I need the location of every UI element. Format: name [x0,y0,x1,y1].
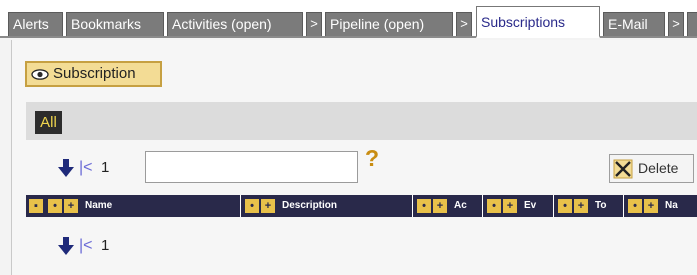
column-header-row: ▪ • + Name • + Description • + Ac • + Ev… [26,195,697,217]
tab-bookmarks[interactable]: Bookmarks [66,12,164,36]
tab-subscriptions[interactable]: Subscriptions [476,6,600,38]
help-icon[interactable]: ? [365,145,389,171]
arrow-down-icon[interactable] [56,236,76,256]
tab-activities[interactable]: Activities (open) [167,12,303,36]
search-input[interactable] [145,151,358,183]
select-all-toggle[interactable]: ▪ [29,199,43,213]
tab-email[interactable]: E-Mail [603,12,665,36]
new-subscription-button[interactable]: Subscription [25,61,162,87]
sort-desc-button[interactable]: + [574,199,588,213]
column-header-na[interactable]: Na [661,195,697,217]
column-header-description[interactable]: Description [278,195,413,217]
eye-icon [31,69,49,80]
tab-pipeline[interactable]: Pipeline (open) [325,12,453,36]
column-header-name[interactable]: Name [81,195,241,217]
sort-desc-button[interactable]: + [644,199,658,213]
delete-button[interactable]: Delete [609,154,694,183]
tab-scroll-arrow[interactable]: > [668,12,684,36]
tab-bar: Alerts Bookmarks Activities (open) > Pip… [0,0,697,38]
sort-asc-button[interactable]: • [48,199,62,213]
first-page-link[interactable]: |< [79,158,93,178]
sort-asc-button[interactable]: • [487,199,501,213]
tab-overflow[interactable] [687,12,697,36]
delete-x-icon [613,159,633,179]
subscription-label: Subscription [53,65,136,82]
tab-scroll-arrow[interactable]: > [306,12,322,36]
sort-asc-button[interactable]: • [558,199,572,213]
filter-all-button[interactable]: All [35,111,62,134]
sort-asc-button[interactable]: • [628,199,642,213]
tab-alerts[interactable]: Alerts [8,12,63,36]
sort-desc-button[interactable]: + [503,199,517,213]
arrow-down-icon[interactable] [56,158,76,178]
sort-asc-button[interactable]: • [245,199,259,213]
sort-desc-button[interactable]: + [433,199,447,213]
column-header-ac[interactable]: Ac [450,195,483,217]
subscriptions-panel: Subscription All |< 1 ? Delete ▪ • + Nam… [11,40,697,275]
delete-label: Delete [638,160,679,176]
sort-desc-button[interactable]: + [261,199,275,213]
page-number: 1 [101,159,110,176]
filter-bar: All [26,102,697,140]
page-number: 1 [101,237,110,254]
first-page-link[interactable]: |< [79,236,93,256]
sort-asc-button[interactable]: • [417,199,431,213]
tab-scroll-arrow[interactable]: > [456,12,472,36]
column-header-ev[interactable]: Ev [520,195,554,217]
sort-desc-button[interactable]: + [64,199,78,213]
column-header-to[interactable]: To [591,195,624,217]
